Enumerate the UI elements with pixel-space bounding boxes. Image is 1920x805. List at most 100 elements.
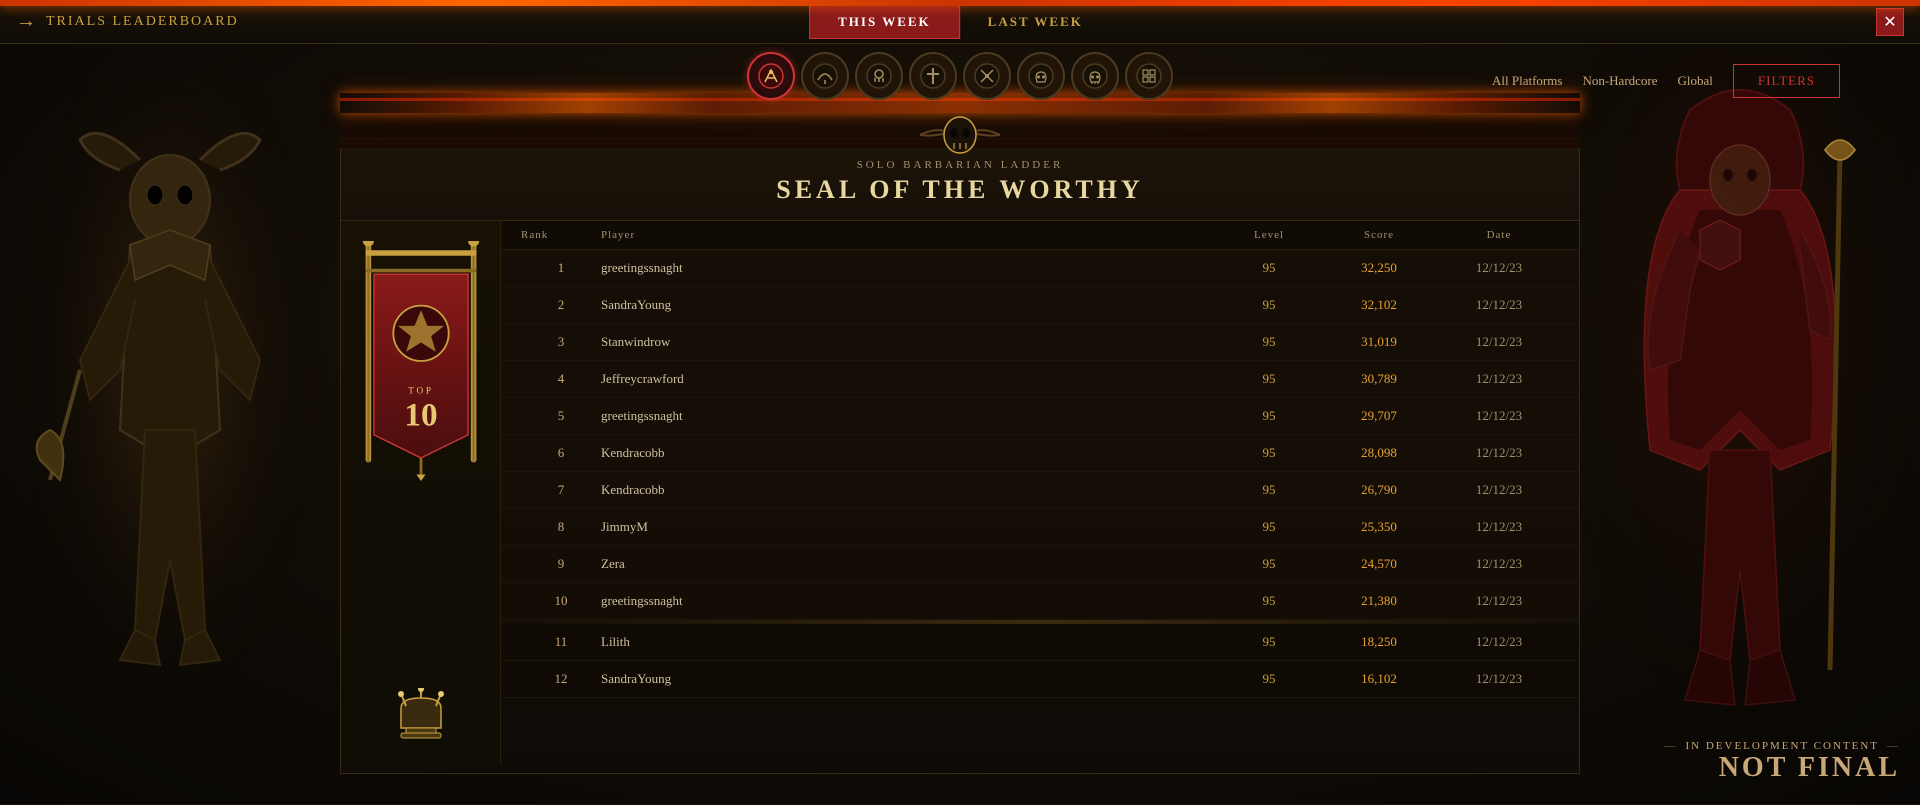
filter-area: All Platforms Non-Hardcore Global Filter… <box>1492 64 1840 98</box>
col-player-header: Player <box>601 229 1219 241</box>
row-player-9: greetingssnaght <box>601 593 1219 609</box>
row-score-0: 32,250 <box>1319 260 1439 276</box>
close-area: ✕ <box>1876 8 1904 36</box>
row-rank-6: 6 <box>521 445 601 461</box>
class-icon-rogue[interactable] <box>963 52 1011 100</box>
this-week-tab[interactable]: THIS WEEK <box>809 5 960 39</box>
row-score-10: 18,250 <box>1319 634 1439 650</box>
table-row[interactable]: 3 Stanwindrow 95 31,019 12/12/23 <box>501 324 1579 361</box>
week-tabs: THIS WEEK LAST WEEK <box>809 5 1111 39</box>
row-date-5: 12/12/23 <box>1439 445 1559 461</box>
row-rank-3: 3 <box>521 334 601 350</box>
row-player-4: greetingssnaght <box>601 408 1219 424</box>
row-score-2: 31,019 <box>1319 334 1439 350</box>
scope-filter[interactable]: Global <box>1678 73 1713 89</box>
col-score-header: Score <box>1319 229 1439 241</box>
platform-filter[interactable]: All Platforms <box>1492 73 1562 89</box>
row-score-4: 29,707 <box>1319 408 1439 424</box>
table-row[interactable]: 1 greetingssnaght 95 32,250 12/12/23 <box>501 250 1579 287</box>
col-date-header: Date <box>1439 229 1559 241</box>
row-score-11: 16,102 <box>1319 671 1439 687</box>
row-date-7: 12/12/23 <box>1439 519 1559 535</box>
row-date-1: 12/12/23 <box>1439 297 1559 313</box>
row-date-10: 12/12/23 <box>1439 634 1559 650</box>
svg-text:TOP: TOP <box>408 385 434 395</box>
row-level-9: 95 <box>1219 593 1319 609</box>
table-row[interactable]: 2 SandraYoung 95 32,102 12/12/23 <box>501 287 1579 324</box>
trophy-banner: TOP 10 <box>361 241 481 481</box>
filters-button[interactable]: Filters <box>1733 64 1840 98</box>
row-player-8: Zera <box>601 556 1219 572</box>
table-area: TOP 10 <box>341 221 1579 765</box>
table-row[interactable]: 4 Jeffreycrawford 95 30,789 12/12/23 <box>501 361 1579 398</box>
row-player-6: Kendracobb <box>601 482 1219 498</box>
panel-content: SOLO BARBARIAN LADDER SEAL OF THE WORTHY <box>340 138 1580 774</box>
class-icon-all[interactable] <box>1125 52 1173 100</box>
close-button[interactable]: ✕ <box>1876 8 1904 36</box>
table-row[interactable]: 5 greetingssnaght 95 29,707 12/12/23 <box>501 398 1579 435</box>
row-player-1: SandraYoung <box>601 297 1219 313</box>
table-row[interactable]: 8 JimmyM 95 25,350 12/12/23 <box>501 509 1579 546</box>
table-row[interactable]: 7 Kendracobb 95 26,790 12/12/23 <box>501 472 1579 509</box>
mode-filter[interactable]: Non-Hardcore <box>1582 73 1657 89</box>
main-panel: SOLO BARBARIAN LADDER SEAL OF THE WORTHY <box>340 108 1580 774</box>
row-level-10: 95 <box>1219 634 1319 650</box>
col-rank-header: Rank <box>521 229 601 241</box>
class-icon-necromancer[interactable] <box>855 52 903 100</box>
row-rank-11: 11 <box>521 634 601 650</box>
close-icon: ✕ <box>1883 12 1896 32</box>
row-rank-8: 8 <box>521 519 601 535</box>
col-level-header: Level <box>1219 229 1319 241</box>
class-icon-druid[interactable] <box>801 52 849 100</box>
table-row[interactable]: 9 Zera 95 24,570 12/12/23 <box>501 546 1579 583</box>
last-week-tab[interactable]: LAST WEEK <box>960 6 1111 38</box>
row-player-2: Stanwindrow <box>601 334 1219 350</box>
left-character-art <box>20 80 320 780</box>
svg-text:10: 10 <box>404 397 437 434</box>
ladder-title: SEAL OF THE WORTHY <box>341 175 1579 205</box>
top-bar: → TRIALS LEADERBOARD THIS WEEK LAST WEEK… <box>0 0 1920 44</box>
row-level-1: 95 <box>1219 297 1319 313</box>
trophy-top: TOP 10 <box>361 241 481 665</box>
top-fire-bar <box>0 0 1920 6</box>
row-level-7: 95 <box>1219 519 1319 535</box>
row-date-8: 12/12/23 <box>1439 556 1559 572</box>
class-icon-skull2[interactable] <box>1071 52 1119 100</box>
row-player-7: JimmyM <box>601 519 1219 535</box>
table-row[interactable]: 6 Kendracobb 95 28,098 12/12/23 <box>501 435 1579 472</box>
watermark-subtitle: IN DEVELOPMENT CONTENT <box>1664 740 1900 752</box>
class-icon-skull1[interactable] <box>1017 52 1065 100</box>
row-rank-4: 4 <box>521 371 601 387</box>
row-date-11: 12/12/23 <box>1439 671 1559 687</box>
row-score-5: 28,098 <box>1319 445 1439 461</box>
row-level-5: 95 <box>1219 445 1319 461</box>
leaderboard-table[interactable]: Rank Player Level Score Date 1 greetings… <box>501 221 1579 765</box>
table-row[interactable]: 11 Lilith 95 18,250 12/12/23 <box>501 624 1579 661</box>
class-icon-paladin[interactable] <box>909 52 957 100</box>
class-icon-barbarian[interactable] <box>747 52 795 100</box>
back-arrow-icon[interactable]: → <box>16 10 36 33</box>
watermark-main: NOT FINAL <box>1664 752 1900 784</box>
nav-left: → TRIALS LEADERBOARD <box>0 10 239 33</box>
table-row[interactable]: 10 greetingssnaght 95 21,380 12/12/23 <box>501 583 1579 620</box>
row-rank-7: 7 <box>521 482 601 498</box>
table-rows-container: 1 greetingssnaght 95 32,250 12/12/23 2 S… <box>501 250 1579 698</box>
table-row[interactable]: 12 SandraYoung 95 16,102 12/12/23 <box>501 661 1579 698</box>
row-score-9: 21,380 <box>1319 593 1439 609</box>
row-player-5: Kendracobb <box>601 445 1219 461</box>
row-score-7: 25,350 <box>1319 519 1439 535</box>
row-rank-10: 10 <box>521 593 601 609</box>
row-date-0: 12/12/23 <box>1439 260 1559 276</box>
row-rank-9: 9 <box>521 556 601 572</box>
row-date-3: 12/12/23 <box>1439 371 1559 387</box>
row-date-6: 12/12/23 <box>1439 482 1559 498</box>
row-date-9: 12/12/23 <box>1439 593 1559 609</box>
row-level-0: 95 <box>1219 260 1319 276</box>
panel-top-decoration <box>340 98 1580 148</box>
class-icons-bar <box>747 52 1173 100</box>
panel-skull-decoration <box>920 109 1000 159</box>
row-rank-2: 2 <box>521 297 601 313</box>
row-date-4: 12/12/23 <box>1439 408 1559 424</box>
watermark: IN DEVELOPMENT CONTENT NOT FINAL <box>1664 740 1900 784</box>
row-level-8: 95 <box>1219 556 1319 572</box>
